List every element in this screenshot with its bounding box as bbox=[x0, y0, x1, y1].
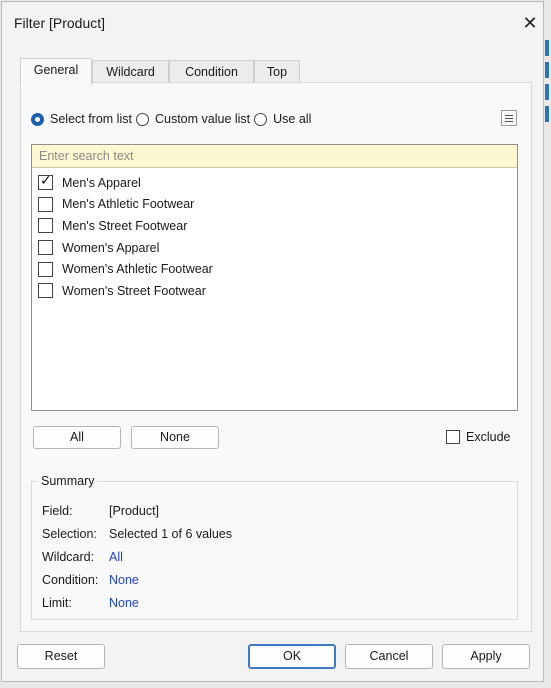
summary-value: Selected 1 of 6 values bbox=[109, 527, 232, 541]
summary-title: Summary bbox=[38, 474, 98, 488]
value-listbox[interactable]: Men's Apparel Men's Athletic Footwear Me… bbox=[31, 144, 518, 411]
radio-label: Custom value list bbox=[154, 112, 251, 126]
summary-value: [Product] bbox=[109, 504, 160, 518]
checkbox-icon[interactable] bbox=[38, 261, 53, 277]
item-label: Men's Street Footwear bbox=[62, 218, 188, 233]
radio-selected-icon bbox=[31, 112, 44, 126]
apply-button[interactable]: Apply bbox=[442, 644, 530, 669]
checkbox-icon[interactable] bbox=[38, 240, 53, 256]
radio-unselected-icon bbox=[254, 112, 268, 126]
exclude-checkbox[interactable]: Exclude bbox=[446, 430, 510, 444]
list-item[interactable]: Women's Athletic Footwear bbox=[38, 258, 213, 280]
value-list: Men's Apparel Men's Athletic Footwear Me… bbox=[38, 172, 213, 302]
summary-label: Selection: bbox=[42, 527, 97, 541]
menu-lines-icon bbox=[505, 115, 513, 116]
cancel-button[interactable]: Cancel bbox=[345, 644, 433, 669]
select-all-button[interactable]: All bbox=[33, 426, 121, 449]
tab-wildcard[interactable]: Wildcard bbox=[92, 60, 169, 83]
general-panel: Select from list Custom value list Use a… bbox=[20, 82, 532, 632]
item-label: Men's Apparel bbox=[62, 175, 141, 190]
summary-label: Limit: bbox=[42, 596, 72, 610]
background-window-edge bbox=[545, 40, 551, 140]
item-label: Women's Athletic Footwear bbox=[62, 262, 213, 277]
item-label: Women's Street Footwear bbox=[62, 283, 206, 298]
checkbox-icon[interactable] bbox=[38, 218, 53, 234]
tab-general[interactable]: General bbox=[20, 58, 92, 85]
wildcard-link[interactable]: All bbox=[109, 550, 123, 564]
filter-dialog: Filter [Product] ✕ General Wildcard Cond… bbox=[1, 1, 544, 682]
reset-button[interactable]: Reset bbox=[17, 644, 105, 669]
checkbox-icon[interactable] bbox=[446, 430, 460, 444]
radio-unselected-icon bbox=[135, 112, 149, 126]
tab-top[interactable]: Top bbox=[254, 60, 300, 83]
limit-link[interactable]: None bbox=[109, 596, 139, 610]
item-label: Women's Apparel bbox=[62, 240, 160, 255]
condition-link[interactable]: None bbox=[109, 573, 139, 587]
radio-select-from-list[interactable]: Select from list bbox=[31, 112, 132, 126]
tab-condition[interactable]: Condition bbox=[169, 60, 254, 83]
close-icon[interactable]: ✕ bbox=[517, 10, 543, 36]
summary-label: Condition: bbox=[42, 573, 99, 587]
summary-label: Field: bbox=[42, 504, 73, 518]
radio-label: Select from list bbox=[50, 112, 132, 126]
summary-label: Wildcard: bbox=[42, 550, 95, 564]
summary-group: Summary Field: [Product] Selection: Sele… bbox=[31, 474, 518, 620]
radio-custom-value-list[interactable]: Custom value list bbox=[135, 112, 251, 126]
search-input[interactable] bbox=[32, 145, 516, 166]
list-item[interactable]: Women's Apparel bbox=[38, 237, 213, 259]
list-menu-button[interactable] bbox=[501, 110, 517, 126]
radio-label: Use all bbox=[273, 112, 312, 126]
list-item[interactable]: Women's Street Footwear bbox=[38, 280, 213, 302]
checkbox-checked-icon[interactable] bbox=[38, 173, 53, 191]
exclude-label: Exclude bbox=[466, 430, 511, 444]
search-box bbox=[32, 145, 517, 168]
list-item[interactable]: Men's Street Footwear bbox=[38, 215, 213, 237]
list-item[interactable]: Men's Athletic Footwear bbox=[38, 194, 213, 216]
item-label: Men's Athletic Footwear bbox=[62, 197, 195, 212]
checkbox-icon[interactable] bbox=[38, 283, 53, 299]
select-none-button[interactable]: None bbox=[131, 426, 219, 449]
mode-radio-group: Select from list Custom value list Use a… bbox=[31, 109, 315, 129]
checkbox-icon[interactable] bbox=[38, 196, 53, 212]
dialog-title: Filter [Product] bbox=[14, 15, 106, 31]
list-item[interactable]: Men's Apparel bbox=[38, 172, 213, 194]
radio-use-all[interactable]: Use all bbox=[254, 112, 311, 126]
ok-button[interactable]: OK bbox=[248, 644, 336, 669]
